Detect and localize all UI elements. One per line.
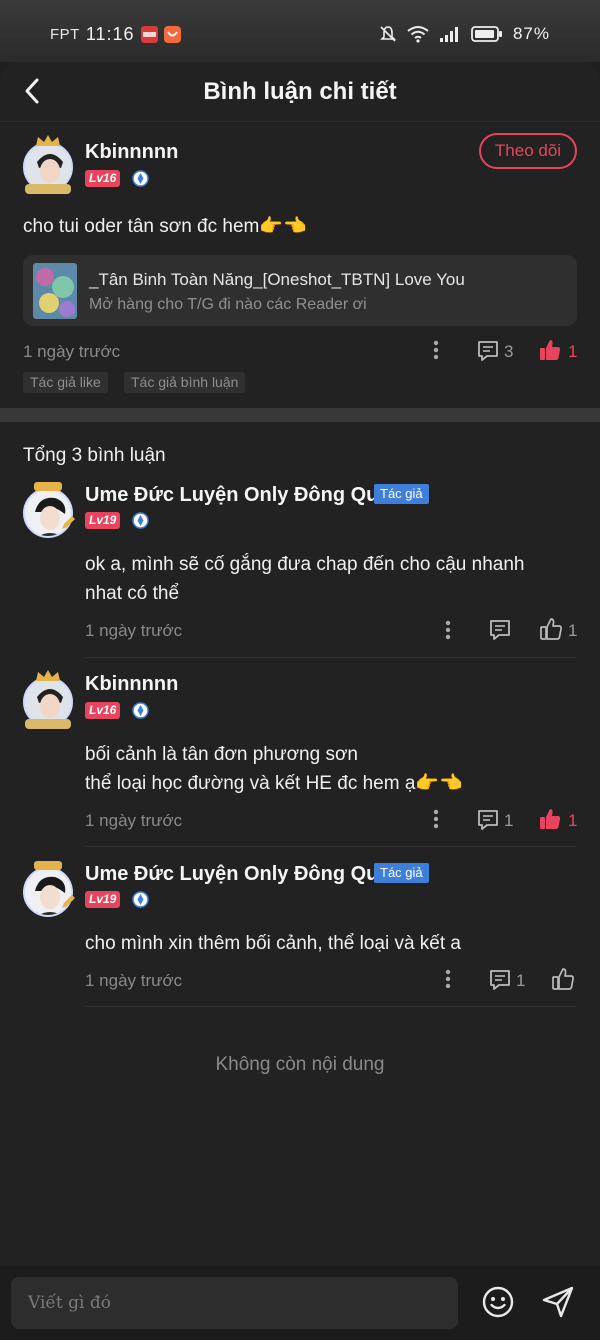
comment-input-bar: Viết gì đó [0, 1266, 600, 1340]
frame-ribbon [25, 719, 71, 729]
shopping-app-icon [163, 26, 181, 43]
comment-icon[interactable] [476, 808, 500, 832]
reply-text: bối cảnh là tân đơn phương sơn thể loại … [85, 740, 463, 798]
story-subtitle: Mở hàng cho T/G đi nào các Reader ơi [89, 296, 367, 313]
comment-icon[interactable] [488, 618, 512, 642]
reply-text-line: thể loại học đường và kết HE đc hem ạ👉👈 [85, 773, 463, 794]
comment-icon[interactable] [476, 339, 500, 363]
reply-time: 1 ngày trước [85, 811, 183, 830]
section-divider [0, 408, 600, 422]
reply-avatar[interactable] [19, 859, 77, 921]
like-count: 1 [568, 811, 578, 830]
reply-text: ok a, mình sẽ cố gắng đưa chap đến cho c… [85, 550, 524, 608]
reply-avatar[interactable] [19, 480, 77, 542]
more-options-icon[interactable] [445, 620, 451, 640]
story-cover-image [33, 263, 77, 319]
status-right: 87% [379, 24, 550, 44]
like-count: 1 [568, 342, 578, 361]
like-count: 1 [568, 621, 578, 640]
total-comments-label: Tổng 3 bình luận [23, 445, 166, 466]
status-bar: FPT 11:16 87% [0, 0, 600, 62]
frame-ribbon [25, 184, 71, 194]
reply-text-line: nhat có thể [85, 583, 180, 604]
end-of-content-label: Không còn nội dung [215, 1054, 385, 1075]
more-options-icon[interactable] [445, 969, 451, 989]
like-outline-icon[interactable] [539, 617, 563, 641]
comment-count: 3 [504, 342, 514, 361]
like-filled-icon[interactable] [538, 338, 562, 362]
page-title: Bình luận chi tiết [203, 78, 397, 105]
like-filled-icon[interactable] [538, 807, 562, 831]
comment-icon[interactable] [488, 968, 512, 992]
comment-detail-panel [0, 62, 600, 1340]
reply-username[interactable]: Kbinnnnn [85, 673, 178, 696]
like-outline-icon[interactable] [551, 967, 575, 991]
signal-icon [439, 27, 458, 42]
header: Bình luận chi tiết [0, 62, 600, 122]
author-liked-tag: Tác giả like [23, 372, 108, 393]
reply-separator [85, 657, 577, 658]
story-title: _Tân Binh Toàn Năng_[Oneshot_TBTN] Love … [89, 270, 465, 289]
level-badge: Lv16 [85, 170, 121, 187]
crown-icon [36, 670, 60, 681]
reply-time: 1 ngày trước [85, 621, 183, 640]
pencil-icon [62, 516, 75, 529]
carrier-label: FPT [50, 26, 80, 43]
manga-app-icon [140, 26, 158, 43]
reply-separator [85, 846, 577, 847]
writer-crown-icon [34, 861, 62, 870]
more-options-icon[interactable] [433, 809, 439, 829]
pencil-icon [62, 895, 75, 908]
author-tag: Tác giả [374, 863, 429, 883]
level-badge: Lv16 [85, 702, 121, 719]
reply-separator [85, 1006, 577, 1007]
silent-icon [380, 26, 396, 42]
battery-icon [471, 26, 502, 42]
post-time: 1 ngày trước [23, 342, 121, 361]
battery-percent: 87% [512, 24, 550, 43]
reply-text: cho mình xin thêm bối cảnh, thể loại và … [85, 929, 461, 958]
comment-input[interactable]: Viết gì đó [11, 1277, 458, 1329]
reply-text-line: ok a, mình sẽ cố gắng đưa chap đến cho c… [85, 554, 525, 575]
verified-icon [132, 170, 149, 187]
post-avatar[interactable] [19, 134, 77, 196]
verified-icon [132, 891, 149, 908]
comment-count: 1 [516, 971, 526, 990]
post-text: cho tui oder tân sơn đc hem👉👈 [23, 216, 307, 237]
post-username[interactable]: Kbinnnnn [85, 141, 178, 164]
status-left: FPT 11:16 [50, 24, 181, 45]
follow-button[interactable]: Theo dõi [479, 133, 577, 169]
reply-time: 1 ngày trước [85, 971, 183, 990]
comment-count: 1 [504, 811, 514, 830]
clock: 11:16 [85, 24, 135, 44]
reply-username[interactable]: Ume Đức Luyện Only Đông Qu... [85, 863, 395, 886]
wifi-icon [407, 26, 429, 43]
level-badge: Lv19 [85, 891, 121, 908]
reply-avatar[interactable] [19, 669, 77, 731]
writer-crown-icon [34, 482, 62, 491]
reply-username[interactable]: Ume Đức Luyện Only Đông Qu... [85, 484, 395, 507]
reply-text-line: cho mình xin thêm bối cảnh, thể loại và … [85, 933, 461, 954]
author-tag: Tác giả [374, 484, 429, 504]
send-icon[interactable] [541, 1285, 575, 1319]
more-options-icon[interactable] [433, 340, 439, 360]
level-badge: Lv19 [85, 512, 121, 529]
verified-icon [132, 512, 149, 529]
author-commented-tag: Tác giả bình luận [124, 372, 246, 393]
crown-icon [36, 135, 60, 146]
story-reference-card[interactable]: _Tân Binh Toàn Năng_[Oneshot_TBTN] Love … [23, 255, 577, 326]
emoji-icon[interactable] [481, 1285, 515, 1319]
reply-text-line: bối cảnh là tân đơn phương sơn [85, 744, 358, 765]
verified-icon [132, 702, 149, 719]
